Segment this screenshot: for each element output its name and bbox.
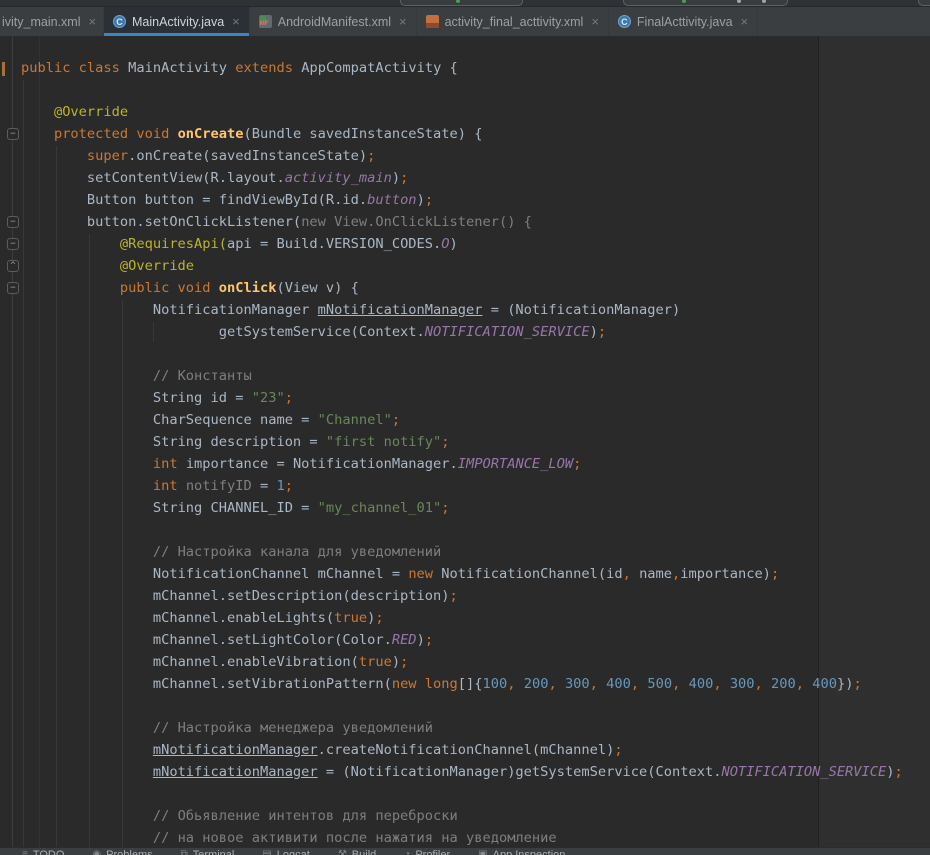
toolwindow-label: Terminal	[193, 849, 235, 855]
terminal-icon: ⧉	[181, 849, 188, 855]
close-icon[interactable]: ×	[591, 15, 599, 28]
fold-minus-icon[interactable]: −	[7, 282, 19, 294]
code-line[interactable]: // Обьявление интентов для переброски	[0, 805, 930, 827]
close-icon[interactable]: ×	[232, 15, 240, 28]
toolwindow-build[interactable]: ⚒ Build	[338, 849, 376, 855]
code-line[interactable]: NotificationChannel mChannel = new Notif…	[0, 563, 930, 585]
main-toolbar-strip	[0, 0, 930, 7]
toolbar-dot-icon	[737, 0, 741, 3]
layout-xml-file-icon	[426, 15, 439, 28]
run-icon	[682, 0, 686, 3]
tab-label: AndroidManifest.xml	[278, 15, 391, 29]
code-line[interactable]: mNotificationManager = (NotificationMana…	[0, 761, 930, 783]
code-line[interactable]: @Override	[0, 255, 930, 277]
code-line[interactable]: mChannel.setLightColor(Color.RED);	[0, 629, 930, 651]
code-line[interactable]	[0, 343, 930, 365]
tab-finalacttivity-java[interactable]: C FinalActtivity.java ×	[609, 7, 758, 36]
toolbar-widget-fragment[interactable]	[918, 0, 930, 6]
toolwindow-label: Build	[352, 849, 376, 855]
toolwindow-label: Profiler	[415, 849, 450, 855]
toolwindow-profiler[interactable]: ◔ Profiler	[404, 849, 450, 855]
code-line[interactable]	[0, 519, 930, 541]
tab-activity-main-xml[interactable]: ivity_main.xml ×	[0, 7, 104, 36]
code-line[interactable]	[0, 79, 930, 101]
code-line[interactable]: @RequiresApi(api = Build.VERSION_CODES.O…	[0, 233, 930, 255]
manifest-file-icon: MF	[259, 15, 272, 28]
run-configuration-widget[interactable]	[400, 0, 523, 6]
code-line[interactable]: // на новое активити после нажатия на ув…	[0, 827, 930, 847]
code-line[interactable]: public class MainActivity extends AppCom…	[0, 57, 930, 79]
code-line[interactable]: int notifyID = 1;	[0, 475, 930, 497]
code-line[interactable]: // Настройка менеджера уведомлений	[0, 717, 930, 739]
code-line[interactable]: super.onCreate(savedInstanceState);	[0, 145, 930, 167]
code-line[interactable]: mNotificationManager.createNotificationC…	[0, 739, 930, 761]
close-icon[interactable]: ×	[89, 15, 97, 28]
fold-up-icon[interactable]: ^	[7, 260, 19, 272]
fold-minus-icon[interactable]: −	[7, 216, 19, 228]
code-line[interactable]: setContentView(R.layout.activity_main);	[0, 167, 930, 189]
code-line[interactable]: mChannel.setDescription(description);	[0, 585, 930, 607]
code-line[interactable]: mChannel.enableLights(true);	[0, 607, 930, 629]
build-icon: ⚒	[338, 849, 347, 855]
ide-window: ivity_main.xml × C MainActivity.java × M…	[0, 0, 930, 855]
device-selector-widget[interactable]	[623, 0, 788, 6]
tab-activity-final-acttivity-xml[interactable]: activity_final_acttivity.xml ×	[417, 7, 609, 36]
code-line[interactable]: // Настройка канала для уведомлений	[0, 541, 930, 563]
toolbar-dot-icon	[762, 0, 766, 3]
code-line[interactable]: String description = "first notify";	[0, 431, 930, 453]
fold-minus-icon[interactable]: −	[7, 238, 19, 250]
toolwindow-problems[interactable]: ◉ Problems	[92, 849, 152, 855]
java-class-icon: C	[618, 15, 631, 28]
toolwindow-label: Problems	[106, 849, 152, 855]
logcat-icon: ▤	[262, 849, 271, 855]
close-icon[interactable]: ×	[741, 15, 749, 28]
code-line[interactable]: @Override	[0, 101, 930, 123]
code-line[interactable]: protected void onCreate(Bundle savedInst…	[0, 123, 930, 145]
code-line[interactable]: String id = "23";	[0, 387, 930, 409]
fold-minus-icon[interactable]: −	[7, 128, 19, 140]
tab-label: MainActivity.java	[132, 15, 224, 29]
code-editor[interactable]: public class MainActivity extends AppCom…	[0, 36, 930, 847]
code-line[interactable]: getSystemService(Context.NOTIFICATION_SE…	[0, 321, 930, 343]
code-line[interactable]: // Константы	[0, 365, 930, 387]
code-line[interactable]: CharSequence name = "Channel";	[0, 409, 930, 431]
tab-label: activity_final_acttivity.xml	[445, 15, 584, 29]
tab-mainactivity-java[interactable]: C MainActivity.java ×	[104, 7, 250, 36]
run-icon	[456, 0, 460, 3]
toolwindow-label: TODO	[33, 849, 65, 855]
toolwindow-logcat[interactable]: ▤ Logcat	[262, 849, 309, 855]
app-inspection-icon: ▣	[478, 849, 487, 855]
code-line[interactable]: button.setOnClickListener(new View.OnCli…	[0, 211, 930, 233]
toolwindow-label: Logcat	[277, 849, 310, 855]
tab-label: FinalActtivity.java	[637, 15, 733, 29]
tool-window-bar: ≡ TODO ◉ Problems ⧉ Terminal ▤ Logcat ⚒ …	[0, 847, 930, 855]
editor-tab-bar: ivity_main.xml × C MainActivity.java × M…	[0, 7, 930, 36]
profiler-icon: ◔	[404, 849, 410, 855]
close-icon[interactable]: ×	[399, 15, 407, 28]
code-line[interactable]: mChannel.setVibrationPattern(new long[]{…	[0, 673, 930, 695]
java-class-icon: C	[113, 15, 126, 28]
toolwindow-terminal[interactable]: ⧉ Terminal	[181, 849, 235, 855]
tab-label: ivity_main.xml	[2, 15, 81, 29]
code-line[interactable]: Button button = findViewById(R.id.button…	[0, 189, 930, 211]
code-line[interactable]	[0, 783, 930, 805]
code-line[interactable]: NotificationManager mNotificationManager…	[0, 299, 930, 321]
code-line[interactable]: public void onClick(View v) {	[0, 277, 930, 299]
code-line[interactable]	[0, 695, 930, 717]
code-line[interactable]: String CHANNEL_ID = "my_channel_01";	[0, 497, 930, 519]
tab-androidmanifest-xml[interactable]: MF AndroidManifest.xml ×	[250, 7, 417, 36]
todo-icon: ≡	[22, 849, 28, 855]
toolwindow-app-inspection[interactable]: ▣ App Inspection	[478, 849, 565, 855]
problems-icon: ◉	[92, 849, 101, 855]
toolwindow-todo[interactable]: ≡ TODO	[22, 849, 64, 855]
toolwindow-label: App Inspection	[493, 849, 566, 855]
code-line[interactable]: mChannel.enableVibration(true);	[0, 651, 930, 673]
code-line[interactable]: int importance = NotificationManager.IMP…	[0, 453, 930, 475]
